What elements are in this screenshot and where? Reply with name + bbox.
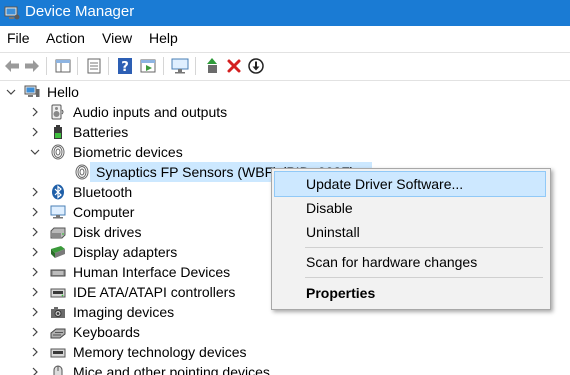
device-manager-icon [4,5,20,24]
menu-action[interactable]: Action [46,30,85,46]
ide-icon [50,284,66,300]
back-icon[interactable] [2,56,22,76]
toolbar-separator [108,57,109,75]
menu-help[interactable]: Help [149,30,178,46]
chevron-right-icon[interactable] [29,365,41,375]
tree-item-mice[interactable]: Mice and other pointing devices [0,362,570,375]
tree-item-label: Mice and other pointing devices [73,364,270,375]
show-hidden-icon[interactable] [84,56,104,76]
memory-icon [50,344,66,360]
chevron-down-icon[interactable] [5,85,17,97]
uninstall-icon[interactable] [224,56,244,76]
menu-file[interactable]: File [7,30,30,46]
mouse-icon [50,364,66,375]
chevron-right-icon[interactable] [29,125,41,137]
menu-view[interactable]: View [102,30,132,46]
tree-item-batteries[interactable]: Batteries [0,122,570,142]
svg-text:?: ? [121,60,129,75]
tree-root-label: Hello [47,84,79,100]
menu-item-label: Update Driver Software... [306,176,464,192]
chevron-right-icon[interactable] [29,345,41,357]
chevron-right-icon[interactable] [29,225,41,237]
disable-icon[interactable] [246,56,266,76]
bluetooth-icon [50,184,66,200]
tree-root[interactable]: Hello [0,82,570,102]
context-menu: Update Driver Software... Disable Uninst… [271,168,551,310]
menu-bar: File Action View Help [0,26,570,50]
tree-item-label: Audio inputs and outputs [73,104,228,120]
computer-icon [24,84,40,100]
update-driver-icon[interactable] [202,56,222,76]
help-icon[interactable]: ? [115,56,135,76]
tree-item-label: Computer [73,204,135,220]
chevron-right-icon[interactable] [29,325,41,337]
monitor-icon[interactable] [170,56,190,76]
title-bar: Device Manager [0,0,570,26]
chevron-right-icon[interactable] [29,185,41,197]
tree-item-label: Keyboards [73,324,140,340]
fingerprint-icon [74,164,90,180]
tree-item-audio[interactable]: Audio inputs and outputs [0,102,570,122]
chevron-right-icon[interactable] [29,245,41,257]
tree-item-biometric[interactable]: Biometric devices [0,142,570,162]
toolbar-separator [195,57,196,75]
disable-menu-item[interactable]: Disable [275,196,545,220]
forward-icon[interactable] [22,56,42,76]
disk-icon [50,224,66,240]
chevron-right-icon[interactable] [29,305,41,317]
tree-item-label: Memory technology devices [73,344,247,360]
keyboard-icon [50,324,66,340]
battery-icon [50,124,66,140]
toolbar: ? [0,52,570,81]
menu-separator [305,247,543,248]
update-driver-menu-item[interactable]: Update Driver Software... [274,171,546,197]
chevron-down-icon[interactable] [29,145,41,157]
computer-icon [50,204,66,220]
uninstall-menu-item[interactable]: Uninstall [275,220,545,244]
tree-item-label: Imaging devices [73,304,175,320]
toolbar-separator [163,57,164,75]
menu-item-label: Scan for hardware changes [306,254,478,270]
menu-item-label: Uninstall [306,224,360,240]
tree-item-label: Batteries [73,124,129,140]
chevron-right-icon[interactable] [29,205,41,217]
display-icon [50,244,66,260]
chevron-right-icon[interactable] [29,105,41,117]
action-view-icon[interactable] [138,56,158,76]
menu-separator [305,277,543,278]
camera-icon [50,304,66,320]
chevron-right-icon[interactable] [29,265,41,277]
toolbar-separator [46,57,47,75]
menu-item-label: Properties [306,285,376,301]
chevron-right-icon[interactable] [29,285,41,297]
toolbar-separator [77,57,78,75]
tree-item-label: Bluetooth [73,184,133,200]
scan-hardware-menu-item[interactable]: Scan for hardware changes [275,250,545,274]
tree-item-label: Display adapters [73,244,178,260]
tree-item-memory[interactable]: Memory technology devices [0,342,570,362]
menu-item-label: Disable [306,200,353,216]
tree-item-keyboards[interactable]: Keyboards [0,322,570,342]
tree-item-label: Disk drives [73,224,142,240]
properties-view-icon[interactable] [53,56,73,76]
window-title: Device Manager [25,3,135,20]
properties-menu-item[interactable]: Properties [275,281,545,305]
speaker-icon [50,104,66,120]
fingerprint-icon [50,144,66,160]
tree-item-label: IDE ATA/ATAPI controllers [73,284,236,300]
tree-item-label: Human Interface Devices [73,264,231,280]
hid-icon [50,264,66,280]
tree-item-label: Biometric devices [73,144,183,160]
